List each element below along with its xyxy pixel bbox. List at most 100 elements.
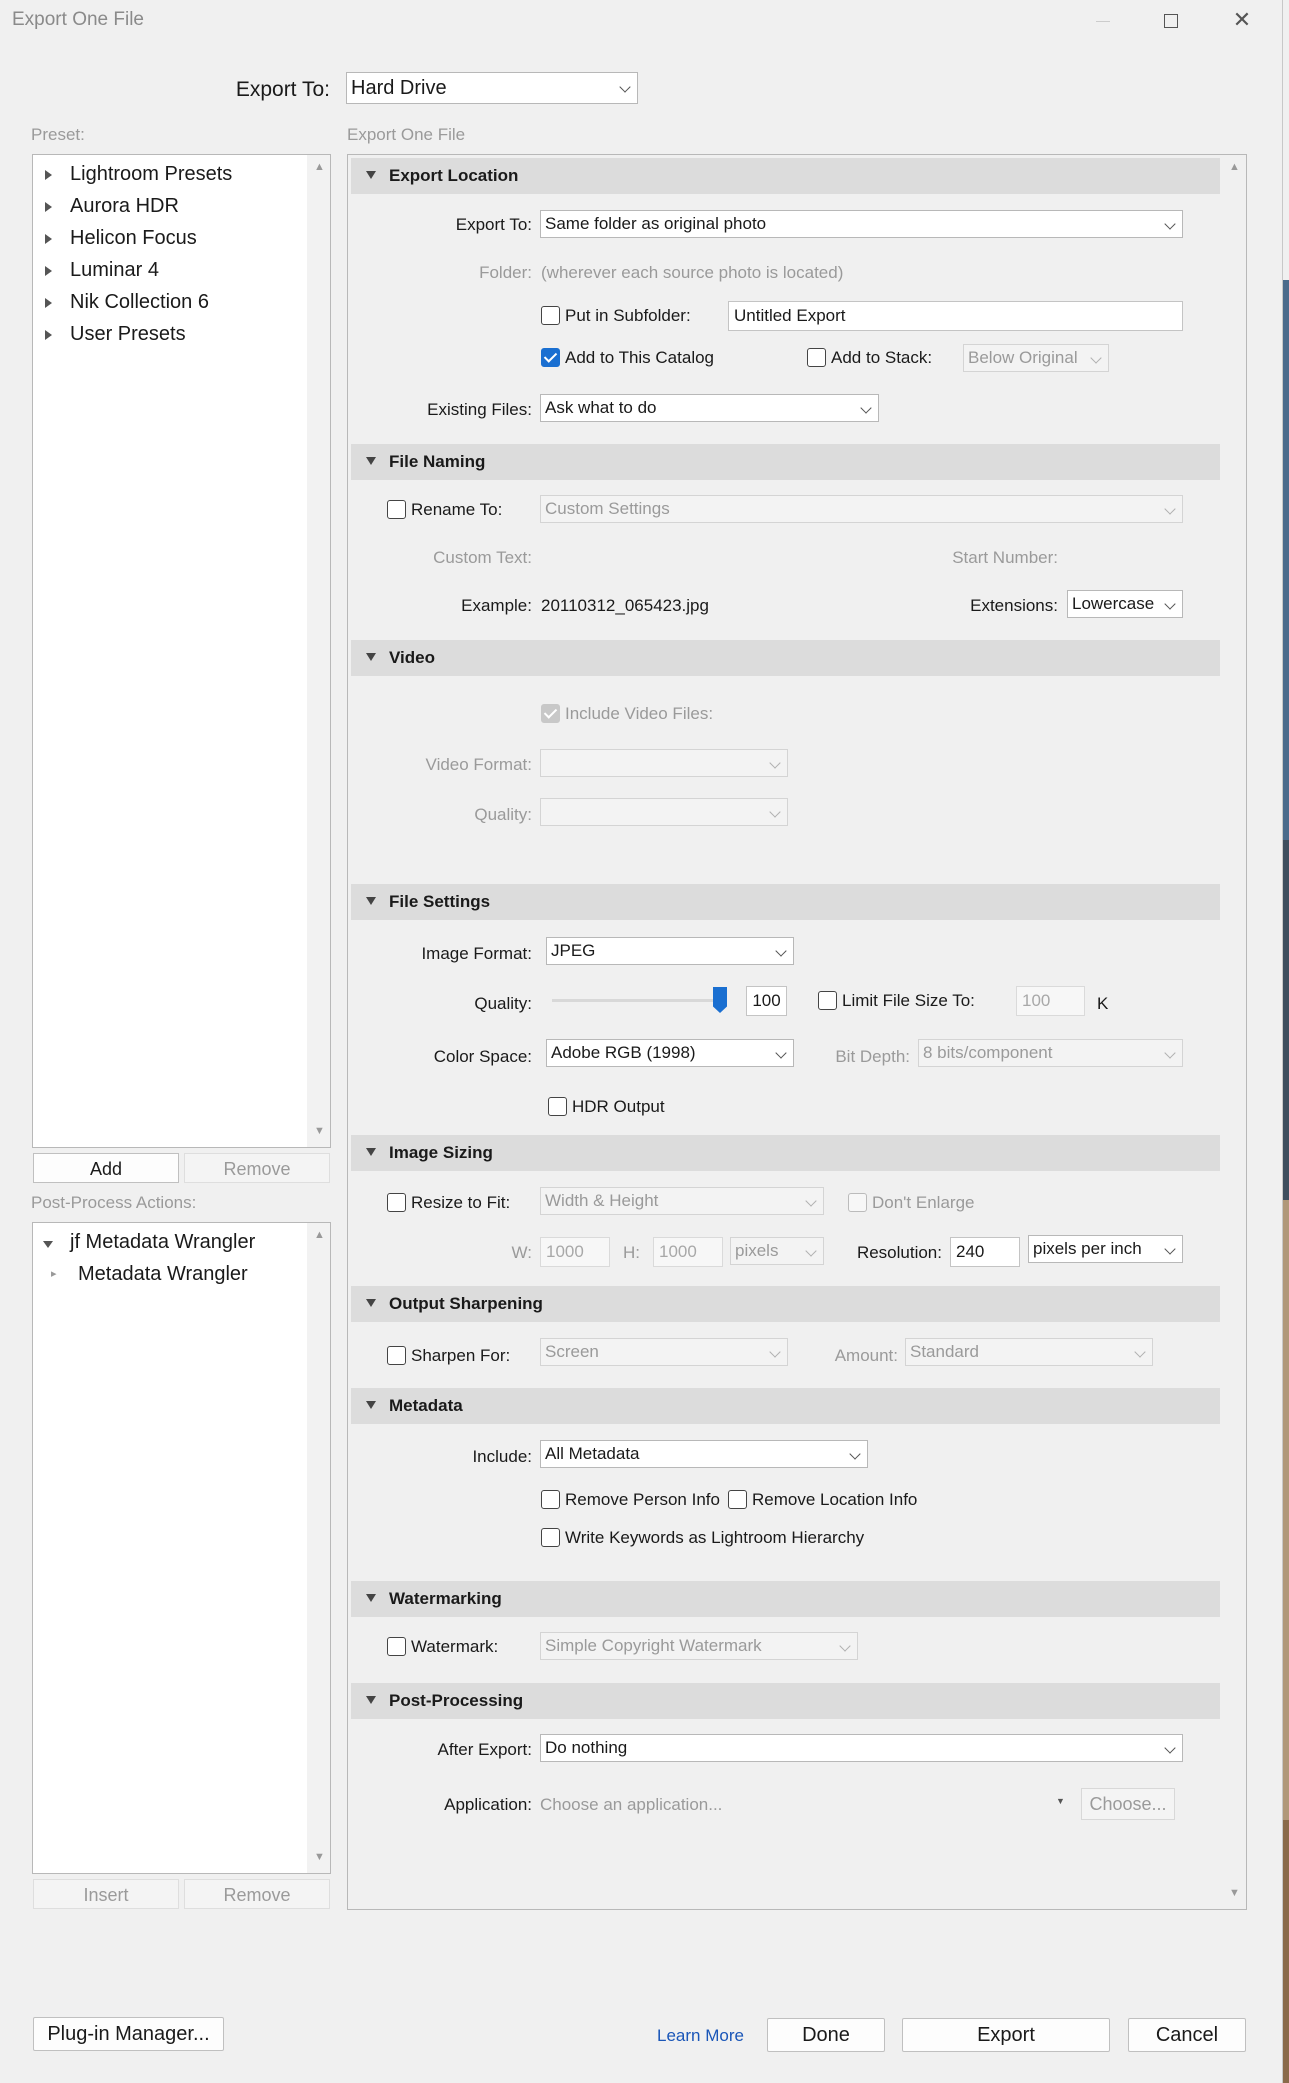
width-input[interactable]: 1000 xyxy=(540,1237,610,1267)
expand-icon[interactable] xyxy=(45,234,52,244)
scroll-down-icon[interactable]: ▼ xyxy=(314,1851,325,1863)
amount-dropdown[interactable]: Standard xyxy=(905,1338,1153,1366)
plugin-manager-button[interactable]: Plug-in Manager... xyxy=(33,2017,224,2051)
expand-icon[interactable] xyxy=(45,330,52,340)
collapse-icon[interactable] xyxy=(366,1401,376,1409)
stack-position-dropdown[interactable]: Below Original xyxy=(963,344,1109,372)
sharpen-checkbox[interactable] xyxy=(387,1346,406,1365)
actions-scrollbar[interactable]: ▲ ▼ xyxy=(307,1223,330,1873)
preset-item-nik[interactable]: Nik Collection 6 xyxy=(33,291,303,319)
action-group-jf-metadata[interactable]: jf Metadata Wrangler xyxy=(33,1231,303,1259)
size-unit-dropdown[interactable]: pixels xyxy=(730,1237,824,1265)
location-export-to-dropdown[interactable]: Same folder as original photo xyxy=(540,210,1183,238)
hdr-output-checkbox[interactable] xyxy=(548,1097,567,1116)
section-metadata[interactable]: Metadata xyxy=(351,1388,1220,1424)
collapse-icon[interactable] xyxy=(366,1299,376,1307)
image-format-dropdown[interactable]: JPEG xyxy=(546,937,794,965)
choose-application-button[interactable]: Choose... xyxy=(1081,1788,1175,1820)
section-output-sharpening[interactable]: Output Sharpening xyxy=(351,1286,1220,1322)
collapse-icon[interactable] xyxy=(43,1241,53,1248)
export-to-dropdown[interactable]: Hard Drive xyxy=(346,72,638,104)
preset-item-aurora[interactable]: Aurora HDR xyxy=(33,195,303,223)
height-input[interactable]: 1000 xyxy=(653,1237,723,1267)
quality-slider-track[interactable] xyxy=(552,999,727,1002)
insert-action-button[interactable]: Insert xyxy=(33,1879,179,1909)
close-icon[interactable]: ✕ xyxy=(1222,4,1262,36)
video-quality-dropdown[interactable] xyxy=(540,798,788,826)
minimize-icon[interactable] xyxy=(1083,4,1123,36)
rename-checkbox[interactable] xyxy=(387,500,406,519)
done-button[interactable]: Done xyxy=(767,2018,885,2052)
section-file-naming[interactable]: File Naming xyxy=(351,444,1220,480)
cancel-button[interactable]: Cancel xyxy=(1128,2018,1246,2052)
remove-action-button[interactable]: Remove xyxy=(184,1879,330,1909)
sharpen-target-dropdown[interactable]: Screen xyxy=(540,1338,788,1366)
add-to-stack-checkbox[interactable] xyxy=(807,348,826,367)
preset-item-user[interactable]: User Presets xyxy=(33,323,303,351)
resize-checkbox[interactable] xyxy=(387,1193,406,1212)
watermark-checkbox[interactable] xyxy=(387,1637,406,1656)
export-button[interactable]: Export xyxy=(902,2018,1110,2052)
section-video[interactable]: Video xyxy=(351,640,1220,676)
resize-mode-dropdown[interactable]: Width & Height xyxy=(540,1187,824,1215)
color-space-dropdown[interactable]: Adobe RGB (1998) xyxy=(546,1039,794,1067)
expand-icon[interactable] xyxy=(45,202,52,212)
color-space-label: Color Space: xyxy=(433,1047,532,1066)
remove-person-checkbox[interactable] xyxy=(541,1490,560,1509)
action-item-metadata-wrangler[interactable]: ▸ Metadata Wrangler xyxy=(33,1263,303,1291)
settings-scrollbar[interactable]: ▲ ▼ xyxy=(1222,155,1246,1909)
add-to-catalog-checkbox[interactable] xyxy=(541,348,560,367)
chevron-down-icon xyxy=(860,402,872,414)
resolution-input[interactable]: 240 xyxy=(950,1237,1020,1267)
subfolder-input[interactable]: Untitled Export xyxy=(728,301,1183,331)
application-input[interactable]: Choose an application... xyxy=(540,1795,722,1815)
remove-preset-button[interactable]: Remove xyxy=(184,1153,330,1183)
application-dropdown-icon[interactable]: ▼ xyxy=(1056,1796,1065,1806)
expand-icon[interactable] xyxy=(45,170,52,180)
section-file-settings[interactable]: File Settings xyxy=(351,884,1220,920)
limit-file-size-checkbox[interactable] xyxy=(818,991,837,1010)
scroll-up-icon[interactable]: ▲ xyxy=(314,161,325,173)
preset-item-helicon[interactable]: Helicon Focus xyxy=(33,227,303,255)
existing-files-dropdown[interactable]: Ask what to do xyxy=(540,394,879,422)
collapse-icon[interactable] xyxy=(366,897,376,905)
preset-item-luminar[interactable]: Luminar 4 xyxy=(33,259,303,287)
section-image-sizing[interactable]: Image Sizing xyxy=(351,1135,1220,1171)
scroll-down-icon[interactable]: ▼ xyxy=(314,1125,325,1137)
quality-input[interactable]: 100 xyxy=(746,986,787,1016)
write-keywords-checkbox[interactable] xyxy=(541,1528,560,1547)
resolution-unit-dropdown[interactable]: pixels per inch xyxy=(1028,1235,1183,1263)
preset-item-lightroom[interactable]: Lightroom Presets xyxy=(33,163,303,191)
maximize-icon[interactable] xyxy=(1151,4,1191,36)
expand-icon[interactable] xyxy=(45,266,52,276)
collapse-icon[interactable] xyxy=(366,1148,376,1156)
collapse-icon[interactable] xyxy=(366,1594,376,1602)
collapse-icon[interactable] xyxy=(366,457,376,465)
collapse-icon[interactable] xyxy=(366,171,376,179)
rename-template-dropdown[interactable]: Custom Settings xyxy=(540,495,1183,523)
collapse-icon[interactable] xyxy=(366,1696,376,1704)
scroll-down-icon[interactable]: ▼ xyxy=(1229,1887,1240,1899)
video-format-dropdown[interactable] xyxy=(540,749,788,777)
collapse-icon[interactable] xyxy=(366,653,376,661)
expand-icon[interactable] xyxy=(45,298,52,308)
include-video-checkbox[interactable] xyxy=(541,704,560,723)
subfolder-checkbox[interactable] xyxy=(541,306,560,325)
preset-scrollbar[interactable]: ▲ ▼ xyxy=(307,155,330,1147)
learn-more-link[interactable]: Learn More xyxy=(657,2026,744,2046)
scroll-up-icon[interactable]: ▲ xyxy=(1229,161,1240,173)
after-export-dropdown[interactable]: Do nothing xyxy=(540,1734,1183,1762)
scroll-up-icon[interactable]: ▲ xyxy=(314,1229,325,1241)
section-post-processing[interactable]: Post-Processing xyxy=(351,1683,1220,1719)
extensions-dropdown[interactable]: Lowercase xyxy=(1067,590,1183,618)
dont-enlarge-checkbox[interactable] xyxy=(848,1193,867,1212)
add-preset-button[interactable]: Add xyxy=(33,1153,179,1183)
bit-depth-dropdown[interactable]: 8 bits/component xyxy=(918,1039,1183,1067)
limit-file-size-input[interactable]: 100 xyxy=(1016,986,1085,1016)
remove-location-checkbox[interactable] xyxy=(728,1490,747,1509)
include-metadata-dropdown[interactable]: All Metadata xyxy=(540,1440,868,1468)
section-export-location[interactable]: Export Location xyxy=(351,158,1220,194)
watermark-dropdown[interactable]: Simple Copyright Watermark xyxy=(540,1632,858,1660)
image-format-value: JPEG xyxy=(551,941,596,960)
section-watermarking[interactable]: Watermarking xyxy=(351,1581,1220,1617)
